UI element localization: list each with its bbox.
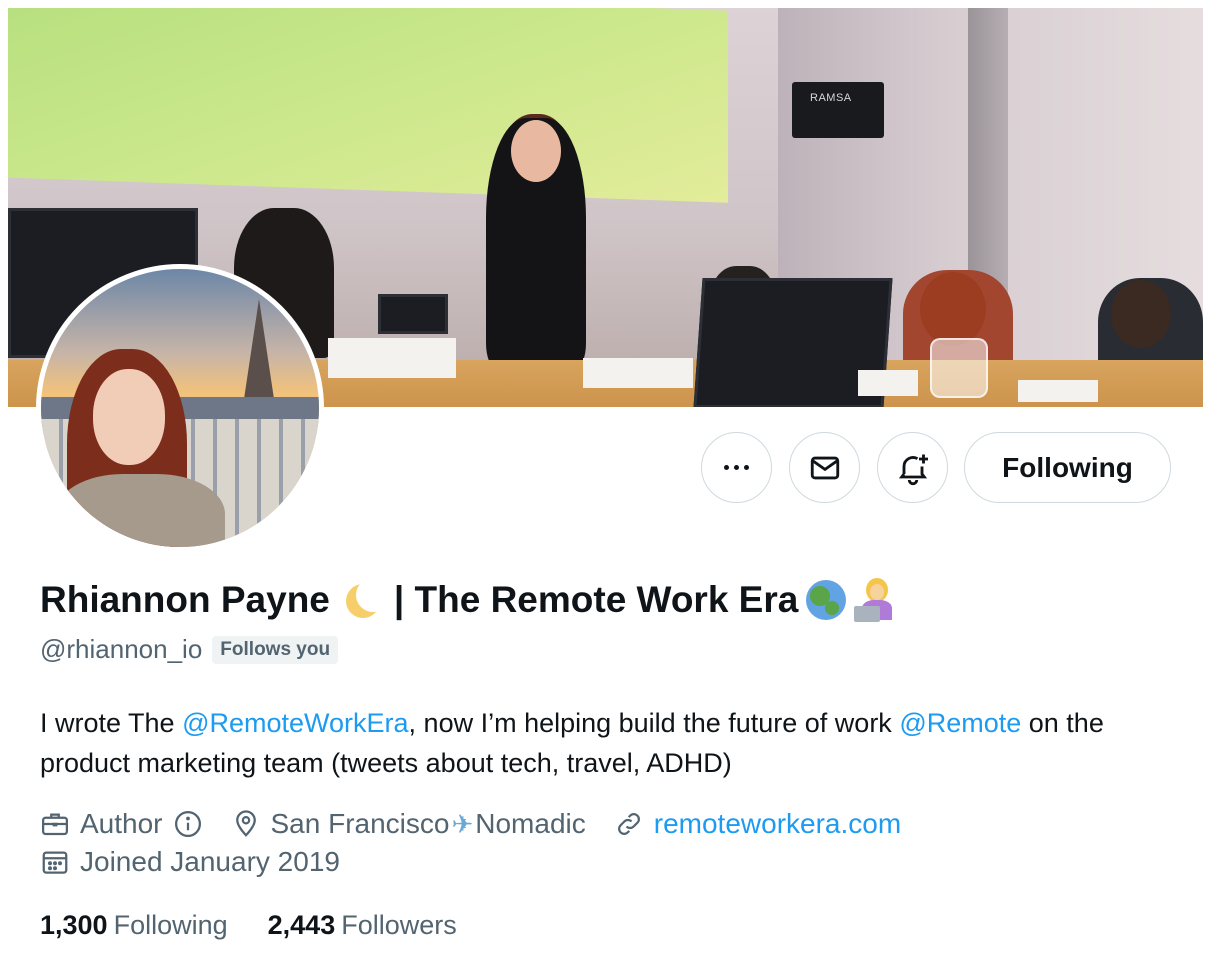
website-item: remoteworkera.com <box>614 808 901 840</box>
name-placard <box>1018 380 1098 402</box>
woman-technologist-icon <box>854 578 898 622</box>
followers-stat[interactable]: 2,443 Followers <box>268 910 457 941</box>
bio: I wrote The @RemoteWorkEra, now I’m help… <box>40 703 1190 783</box>
display-name-text: Rhiannon Payne <box>40 579 330 620</box>
mention-link[interactable]: @Remote <box>899 708 1021 738</box>
airplane-icon: ✈ <box>451 809 474 839</box>
message-button[interactable] <box>789 432 860 503</box>
notify-button[interactable] <box>877 432 948 503</box>
category-label: Author <box>80 808 163 839</box>
briefcase-icon <box>42 813 68 836</box>
monitor <box>378 294 448 334</box>
speaker-box: RAMSA <box>792 82 884 138</box>
follow-stats: 1,300 Following 2,443 Followers <box>40 910 457 941</box>
bio-text: , now I’m helping build the future of wo… <box>408 708 900 738</box>
more-horizontal-icon <box>724 465 749 470</box>
follows-you-badge: Follows you <box>212 635 339 664</box>
profile-meta: Author San Francisco✈Nomadic remoteworke… <box>40 808 929 840</box>
profile-avatar[interactable] <box>36 264 324 552</box>
person <box>511 120 561 182</box>
location-item: San Francisco✈Nomadic <box>231 808 586 840</box>
name-placard <box>858 370 918 396</box>
globe-icon <box>806 580 847 620</box>
bio-text: I wrote The <box>40 708 183 738</box>
followers-count: 2,443 <box>267 910 336 940</box>
projection-screen <box>8 8 728 203</box>
location-text-2: Nomadic <box>475 808 586 839</box>
more-button[interactable] <box>701 432 772 503</box>
location-text: San Francisco <box>270 808 450 839</box>
display-name-suffix: | The Remote Work Era <box>393 579 799 620</box>
following-label: Following <box>113 910 228 940</box>
following-button[interactable]: Following <box>964 432 1171 503</box>
website-link[interactable]: remoteworkera.com <box>654 808 901 840</box>
person <box>920 272 986 346</box>
bell-plus-icon <box>898 454 928 485</box>
speaker-brand: RAMSA <box>810 92 852 104</box>
handle-row: @rhiannon_io Follows you <box>40 634 339 665</box>
crescent-moon-icon <box>342 578 390 620</box>
joined-date: Joined January 2019 <box>80 846 340 877</box>
name-placard <box>328 338 456 378</box>
profile-meta-joined: Joined January 2019 <box>40 846 368 878</box>
location-pin-icon <box>235 810 256 837</box>
display-name: Rhiannon Payne | The Remote Work Era <box>40 578 898 622</box>
following-stat[interactable]: 1,300 Following <box>40 910 228 941</box>
link-icon <box>617 813 640 835</box>
person <box>1111 280 1171 348</box>
joined-item: Joined January 2019 <box>40 846 340 878</box>
category-item: Author <box>40 808 203 840</box>
following-count: 1,300 <box>40 910 108 940</box>
handle: @rhiannon_io <box>40 634 203 664</box>
info-icon[interactable] <box>173 809 203 839</box>
mention-link[interactable]: @RemoteWorkEra <box>182 708 408 738</box>
calendar-icon <box>42 851 68 874</box>
followers-label: Followers <box>341 910 457 940</box>
water-jug <box>930 338 988 398</box>
name-placard <box>583 358 693 388</box>
envelope-icon <box>810 456 839 479</box>
